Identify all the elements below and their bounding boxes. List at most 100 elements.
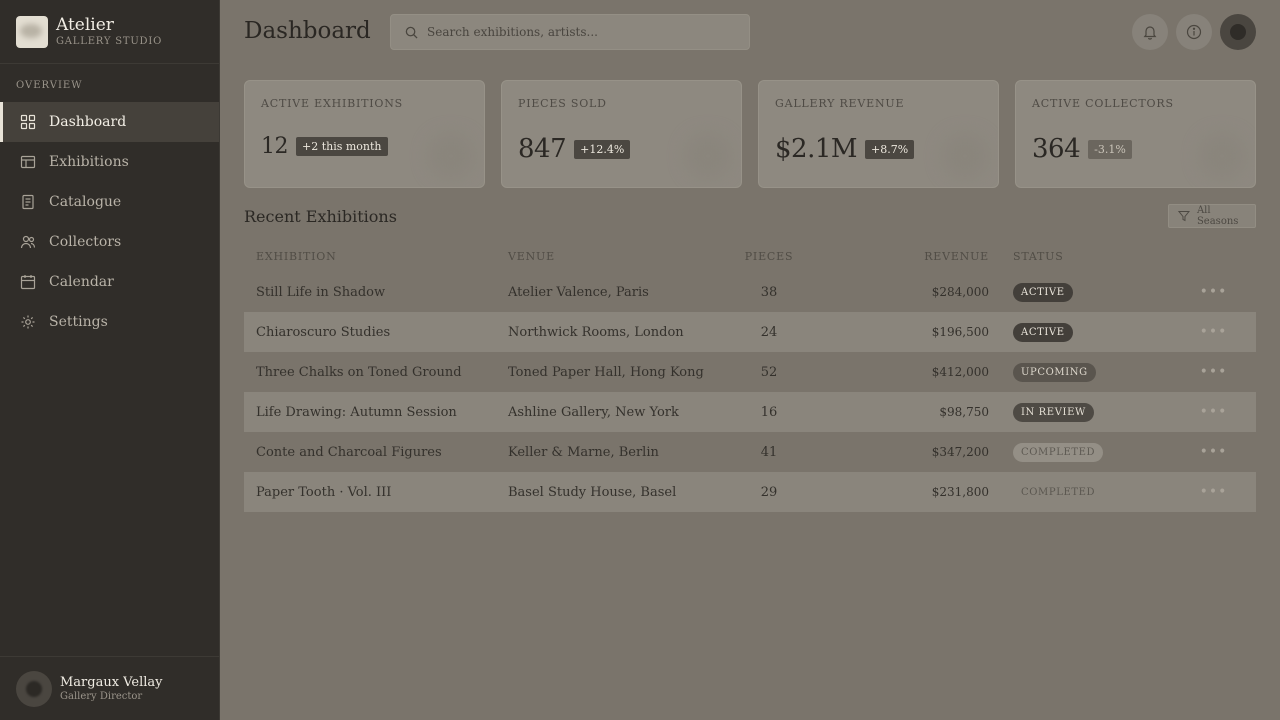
more-icon[interactable]: ••• xyxy=(1200,445,1228,459)
search-input[interactable] xyxy=(427,25,727,39)
table-header: EXHIBITION VENUE PIECES REVENUE STATUS xyxy=(244,240,1256,272)
sidebar: Atelier GALLERY STUDIO OVERVIEW Dashboar… xyxy=(0,0,220,720)
cell-revenue: $412,000 xyxy=(931,365,989,379)
sidebar-nav: Dashboard Exhibitions Catalogue Collecto… xyxy=(0,102,219,342)
sidebar-item-label: Catalogue xyxy=(49,194,122,210)
cell-venue: Atelier Valence, Paris xyxy=(508,284,649,300)
user-name: Margaux Vellay xyxy=(60,675,163,690)
cell-pieces: 29 xyxy=(760,484,778,500)
sidebar-item-settings[interactable]: Settings xyxy=(0,302,219,342)
status-badge: ACTIVE xyxy=(1013,322,1073,342)
cell-exhibition: Chiaroscuro Studies xyxy=(256,324,391,340)
sidebar-item-exhibitions[interactable]: Exhibitions xyxy=(0,142,219,182)
status-badge: UPCOMING xyxy=(1013,362,1096,382)
cell-exhibition: Still Life in Shadow xyxy=(256,284,386,300)
status-badge: COMPLETED xyxy=(1021,486,1096,498)
stat-value: $2.1M xyxy=(775,134,858,164)
more-icon[interactable]: ••• xyxy=(1200,325,1228,339)
stat-card-active-exhibitions: ACTIVE EXHIBITIONS 12 +2 this month xyxy=(244,80,485,188)
stat-card-active-collectors: ACTIVE COLLECTORS 364 -3.1% xyxy=(1015,80,1256,188)
brand-logo xyxy=(16,15,48,48)
search-bar[interactable] xyxy=(390,14,750,50)
table-row[interactable]: Conte and Charcoal Figures Keller & Marn… xyxy=(244,432,1256,472)
stat-badge: +12.4% xyxy=(574,139,631,159)
info-icon xyxy=(1186,24,1202,40)
cell-pieces: 24 xyxy=(760,324,778,340)
stat-card-pieces-sold: PIECES SOLD 847 +12.4% xyxy=(501,80,742,188)
sidebar-item-label: Settings xyxy=(49,314,108,330)
more-icon[interactable]: ••• xyxy=(1200,485,1228,499)
sidebar-item-label: Dashboard xyxy=(49,114,127,130)
cell-revenue: $196,500 xyxy=(931,325,989,339)
sidebar-item-catalogue[interactable]: Catalogue xyxy=(0,182,219,222)
table-row[interactable]: Paper Tooth · Vol. III Basel Study House… xyxy=(244,472,1256,512)
notifications-button[interactable] xyxy=(1132,14,1168,50)
brand-subtitle: GALLERY STUDIO xyxy=(56,36,163,47)
sidebar-item-dashboard[interactable]: Dashboard xyxy=(0,102,219,142)
stat-value: 364 xyxy=(1032,134,1081,164)
grid-icon xyxy=(20,114,36,130)
stat-label: GALLERY REVENUE xyxy=(775,97,905,110)
stat-value: 12 xyxy=(261,134,289,159)
sidebar-item-calendar[interactable]: Calendar xyxy=(0,262,219,302)
cell-exhibition: Three Chalks on Toned Ground xyxy=(256,364,462,380)
table-row[interactable]: Three Chalks on Toned Ground Toned Paper… xyxy=(244,352,1256,392)
section-title: Recent Exhibitions xyxy=(244,207,397,226)
cell-revenue: $347,200 xyxy=(931,445,989,459)
bell-icon xyxy=(1143,26,1157,40)
cell-venue: Ashline Gallery, New York xyxy=(508,404,679,420)
status-badge: ACTIVE xyxy=(1013,282,1073,302)
cell-pieces: 16 xyxy=(760,404,778,420)
cell-venue: Keller & Marne, Berlin xyxy=(508,444,659,460)
cell-pieces: 41 xyxy=(760,444,778,460)
cell-venue: Basel Study House, Basel xyxy=(508,484,677,500)
filter-label: All Seasons xyxy=(1196,205,1239,227)
stat-badge: +2 this month xyxy=(296,137,388,156)
column-header-venue[interactable]: VENUE xyxy=(508,250,734,263)
book-icon xyxy=(20,194,36,210)
table-row[interactable]: Still Life in Shadow Atelier Valence, Pa… xyxy=(244,272,1256,312)
account-avatar[interactable] xyxy=(1220,14,1256,50)
stat-card-gallery-revenue: GALLERY REVENUE $2.1M +8.7% xyxy=(758,80,999,188)
cell-exhibition: Paper Tooth · Vol. III xyxy=(256,484,392,500)
user-profile[interactable]: Margaux Vellay Gallery Director xyxy=(0,656,220,720)
column-header-exhibition[interactable]: EXHIBITION xyxy=(244,250,508,263)
page-title: Dashboard xyxy=(244,18,371,44)
column-header-status[interactable]: STATUS xyxy=(1001,250,1171,263)
cell-venue: Toned Paper Hall, Hong Kong xyxy=(508,364,704,380)
column-header-pieces[interactable]: PIECES xyxy=(734,250,804,263)
more-icon[interactable]: ••• xyxy=(1200,365,1228,379)
filter-icon xyxy=(1178,211,1190,222)
exhibitions-table: EXHIBITION VENUE PIECES REVENUE STATUS S… xyxy=(244,240,1256,512)
sidebar-item-label: Collectors xyxy=(49,234,122,250)
stat-badge: -3.1% xyxy=(1088,139,1132,159)
avatar xyxy=(16,670,52,707)
table-row[interactable]: Life Drawing: Autumn Session Ashline Gal… xyxy=(244,392,1256,432)
stat-badge: +8.7% xyxy=(865,139,915,159)
search-icon xyxy=(405,26,418,39)
info-button[interactable] xyxy=(1176,14,1212,50)
nav-section-label: OVERVIEW xyxy=(16,80,83,91)
calendar-icon xyxy=(20,274,36,290)
brand-name: Atelier xyxy=(56,15,114,35)
cell-pieces: 52 xyxy=(760,364,778,380)
main-content: Dashboard ACTIVE EXHIBITIONS 12 +2 this … xyxy=(220,0,1280,720)
user-role: Gallery Director xyxy=(60,691,143,702)
gear-icon xyxy=(20,314,36,330)
more-icon[interactable]: ••• xyxy=(1200,285,1228,299)
season-filter-button[interactable]: All Seasons xyxy=(1168,204,1256,228)
stat-label: PIECES SOLD xyxy=(518,97,607,110)
column-header-revenue[interactable]: REVENUE xyxy=(804,250,1001,263)
cell-exhibition: Life Drawing: Autumn Session xyxy=(256,404,457,420)
stat-label: ACTIVE COLLECTORS xyxy=(1032,97,1174,110)
cell-revenue: $284,000 xyxy=(931,285,989,299)
sidebar-item-collectors[interactable]: Collectors xyxy=(0,222,219,262)
stat-label: ACTIVE EXHIBITIONS xyxy=(261,97,404,110)
brand[interactable]: Atelier GALLERY STUDIO xyxy=(0,0,219,64)
cell-venue: Northwick Rooms, London xyxy=(508,324,684,340)
cell-pieces: 38 xyxy=(760,284,778,300)
stat-value: 847 xyxy=(518,134,567,164)
status-badge: IN REVIEW xyxy=(1013,402,1094,422)
table-row[interactable]: Chiaroscuro Studies Northwick Rooms, Lon… xyxy=(244,312,1256,352)
more-icon[interactable]: ••• xyxy=(1200,405,1228,419)
